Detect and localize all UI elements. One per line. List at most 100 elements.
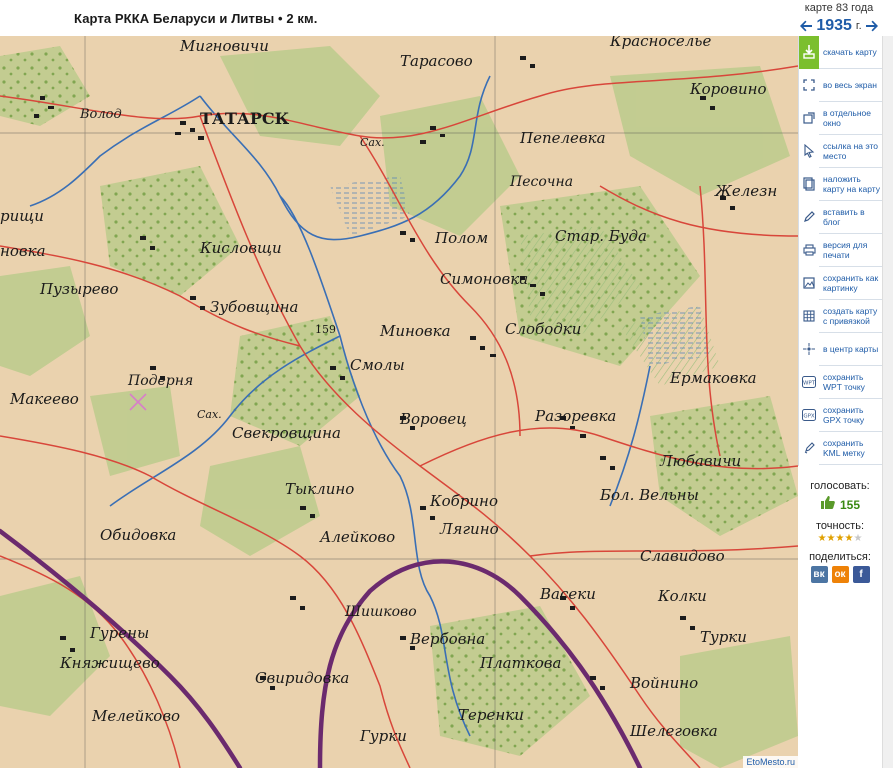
star-icon[interactable]: ★ xyxy=(853,533,862,544)
tool-label: наложить карту на карту xyxy=(823,174,880,194)
label-tyklino: Тыклино xyxy=(285,480,354,498)
pencil-icon xyxy=(799,200,819,234)
tool-download-map[interactable]: скачать карту xyxy=(799,35,883,69)
tool-label: во весь экран xyxy=(823,80,877,90)
scrollbar[interactable] xyxy=(882,36,893,768)
label-volod: Волод xyxy=(79,107,122,122)
tool-save-kml[interactable]: сохранить KML метку xyxy=(799,431,883,465)
vote-count: 155 xyxy=(839,498,861,512)
tool-label: в отдельное окно xyxy=(823,108,871,128)
tool-label: вставить в блог xyxy=(823,207,865,227)
tool-save-wpt[interactable]: WPT сохранить WPT точку xyxy=(799,365,883,399)
map-canvas: Тарасово Красноселье Мигновичи Коровино … xyxy=(0,36,798,768)
label-elev-159: 159 xyxy=(315,323,336,336)
next-year-arrow-icon[interactable] xyxy=(865,19,879,33)
tool-label: скачать карту xyxy=(823,47,877,57)
label-makeevo: Макеево xyxy=(9,390,79,408)
accuracy-rating[interactable]: ★ ★ ★ ★ ★ xyxy=(798,533,882,544)
vote-panel: голосовать: 155 точность: ★ ★ ★ ★ ★ поделить… xyxy=(798,480,882,583)
prev-year-arrow-icon[interactable] xyxy=(799,19,813,33)
download-icon xyxy=(799,35,819,69)
map-viewport[interactable]: Тарасово Красноселье Мигновичи Коровино … xyxy=(0,36,798,768)
cursor-link-icon xyxy=(799,134,819,168)
label-sviridovka: Свиридовка xyxy=(255,669,349,687)
tool-center-map[interactable]: в центр карты xyxy=(799,332,883,366)
label-kobrino: Кобрино xyxy=(429,492,498,510)
tool-embed-blog[interactable]: вставить в блог xyxy=(799,200,883,234)
tool-label: в центр карты xyxy=(823,344,879,354)
label-smoly: Смолы xyxy=(350,356,405,374)
label-tarasovo: Тарасово xyxy=(400,52,473,70)
year-row: 1935 г. xyxy=(791,17,887,35)
overlay-icon xyxy=(799,167,819,201)
label-terenki: Теренки xyxy=(458,706,524,724)
tool-fullscreen[interactable]: во весь экран xyxy=(799,68,883,102)
tool-label: сохранить GPX точку xyxy=(823,405,865,425)
thumbs-up-icon[interactable] xyxy=(820,495,836,515)
label-aleykovo: Алейково xyxy=(319,528,395,546)
label-vorovets: Воровец xyxy=(399,410,467,428)
tool-print[interactable]: версия для печати xyxy=(799,233,883,267)
fullscreen-icon xyxy=(799,68,819,102)
label-tatarsk: ТАТАРСК xyxy=(200,109,290,128)
label-pepelevka: Пепелевка xyxy=(519,129,606,147)
label-svekrovshchina: Свекровщина xyxy=(232,424,341,442)
map-credit[interactable]: EtoMesto.ru xyxy=(743,756,798,768)
label-slavidovo: Славидово xyxy=(640,547,725,565)
year-note: карте 83 года xyxy=(804,2,874,14)
star-icon[interactable]: ★ xyxy=(827,533,836,544)
share-title: поделиться: xyxy=(809,551,871,563)
vk-share-icon[interactable]: вк xyxy=(810,566,828,583)
label-ermakovka: Ермаковка xyxy=(669,369,757,387)
wpt-icon: WPT xyxy=(799,365,819,399)
tool-new-window[interactable]: в отдельное окно xyxy=(799,101,883,135)
fb-share-icon[interactable]: f xyxy=(852,566,870,583)
star-icon[interactable]: ★ xyxy=(844,533,853,544)
label-razorevka: Разоревка xyxy=(534,407,616,425)
tool-label: сохранить как картинку xyxy=(823,273,879,293)
tool-label: ссылка на это место xyxy=(823,141,879,161)
grid-icon xyxy=(799,299,819,333)
tool-label: сохранить KML метку xyxy=(823,438,865,458)
label-vaseki: Васеки xyxy=(539,585,596,603)
star-icon[interactable]: ★ xyxy=(818,533,827,544)
svg-text:WPT: WPT xyxy=(803,381,816,387)
year-value[interactable]: 1935 xyxy=(816,17,852,35)
label-korovino: Коровино xyxy=(689,80,767,98)
ok-share-icon[interactable]: ок xyxy=(831,566,849,583)
label-voynino: Войнино xyxy=(629,674,698,692)
label-obidovka: Обидовка xyxy=(100,526,176,544)
tool-link-here[interactable]: ссылка на это место xyxy=(799,134,883,168)
tool-save-image[interactable]: сохранить как картинку xyxy=(799,266,883,300)
label-rishchi: рищи xyxy=(0,207,44,225)
label-simonovka: Симоновка xyxy=(440,270,528,288)
header: Карта РККА Беларуси и Литвы • 2 км. карт… xyxy=(0,0,893,36)
label-mignovichi: Мигновичи xyxy=(179,37,269,55)
label-verbovna: Вербовна xyxy=(409,630,485,648)
label-polom: Полом xyxy=(434,229,488,247)
label-sch1: Сах. xyxy=(360,136,385,149)
crosshair-icon xyxy=(799,332,819,366)
star-icon[interactable]: ★ xyxy=(836,533,845,544)
tool-label: версия для печати xyxy=(823,240,868,260)
label-bol-velny: Бол. Вельны xyxy=(599,486,699,504)
label-krasnoselye: Красноселье xyxy=(609,36,711,50)
tool-save-gpx[interactable]: GPX сохранить GPX точку xyxy=(799,398,883,432)
tool-label: создать карту с привязкой xyxy=(823,306,878,326)
label-meleykovo: Мелейково xyxy=(91,707,180,725)
page-title: Карта РККА Беларуси и Литвы • 2 км. xyxy=(74,11,318,26)
label-pesochna: Песочна xyxy=(509,174,573,190)
tool-georef-map[interactable]: создать карту с привязкой xyxy=(799,299,883,333)
tool-overlay[interactable]: наложить карту на карту xyxy=(799,167,883,201)
tool-panel: скачать карту во весь экран в отдельное … xyxy=(798,35,883,466)
label-lyubavichi: Любавичи xyxy=(659,452,741,470)
label-kolki: Колки xyxy=(657,587,707,605)
label-slobodki: Слободки xyxy=(505,320,581,338)
year-unit: г. xyxy=(855,20,862,32)
label-novka: новка xyxy=(0,242,46,260)
kml-icon xyxy=(799,431,819,465)
svg-text:GPX: GPX xyxy=(803,414,815,420)
share-buttons: вк ок f xyxy=(798,566,882,583)
label-lyagino: Лягино xyxy=(439,520,499,538)
label-platkova: Платкова xyxy=(479,654,561,672)
